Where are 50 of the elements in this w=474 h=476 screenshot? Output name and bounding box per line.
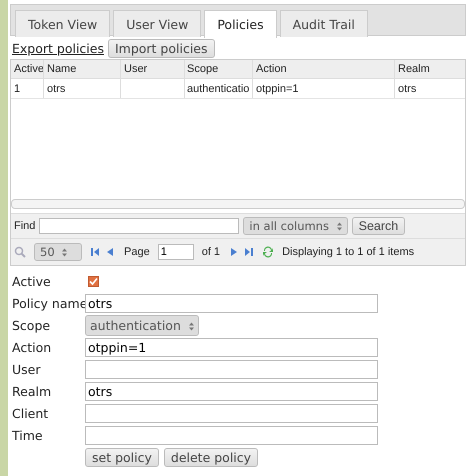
text-field[interactable]	[85, 426, 378, 444]
field-label: Realm	[12, 384, 52, 398]
tab[interactable]: Policies	[204, 10, 277, 38]
text-field[interactable]: otppin=1	[85, 338, 378, 356]
tab[interactable]: Token View	[15, 10, 110, 37]
first-prev-icon[interactable]	[90, 247, 116, 257]
page-count: of 1	[202, 246, 220, 258]
column-header[interactable]: Name	[44, 60, 121, 78]
horizontal-scrollbar[interactable]	[11, 199, 465, 209]
field-label: Action	[12, 340, 52, 354]
find-label: Find	[14, 220, 36, 232]
search-button[interactable]: Search	[352, 217, 406, 235]
up-down-icon	[336, 222, 342, 232]
text-field[interactable]: otrs	[85, 294, 378, 312]
tab[interactable]: Audit Trail	[280, 10, 368, 37]
table-cell: otppin=1	[253, 79, 395, 98]
page-label: Page	[124, 246, 150, 258]
text-field[interactable]	[85, 404, 378, 422]
table-cell: otrs	[44, 79, 121, 98]
form-button[interactable]: set policy	[85, 448, 159, 466]
next-last-icon[interactable]	[228, 247, 254, 257]
column-header[interactable]: Scope	[185, 60, 253, 78]
up-down-icon	[62, 248, 68, 258]
pager-status: Displaying 1 to 1 of 1 items	[282, 246, 414, 258]
export-link[interactable]: Export policies	[12, 41, 104, 56]
field-label: Time	[12, 428, 44, 442]
table-cell-text: otrs	[397, 82, 418, 96]
table-cell: 1	[11, 79, 44, 98]
refresh-icon[interactable]	[262, 246, 274, 258]
tab[interactable]: User View	[113, 10, 202, 37]
page-size-select[interactable]: 50	[34, 243, 82, 261]
field-label: Active	[12, 274, 52, 288]
up-down-icon	[188, 322, 194, 331]
field-label: Client	[12, 406, 50, 420]
find-field[interactable]	[39, 218, 240, 234]
search-icon[interactable]	[14, 246, 26, 258]
table-cell: authenticatio	[185, 79, 253, 98]
scope-select[interactable]: authentication	[85, 314, 199, 336]
form-button[interactable]: delete policy	[164, 448, 258, 466]
column-header[interactable]: User	[121, 60, 185, 78]
text-field[interactable]	[85, 360, 378, 378]
import-button[interactable]: Import policies	[108, 39, 215, 58]
field-label: User	[12, 362, 42, 376]
active-checkbox[interactable]	[88, 276, 99, 286]
field-label: Scope	[12, 318, 52, 332]
page-field[interactable]: 1	[158, 244, 194, 260]
text-field[interactable]: otrs	[85, 382, 378, 400]
column-header[interactable]: Action	[253, 60, 395, 78]
column-select[interactable]: in all columns	[243, 217, 348, 235]
column-header[interactable]: Realm	[395, 60, 465, 78]
